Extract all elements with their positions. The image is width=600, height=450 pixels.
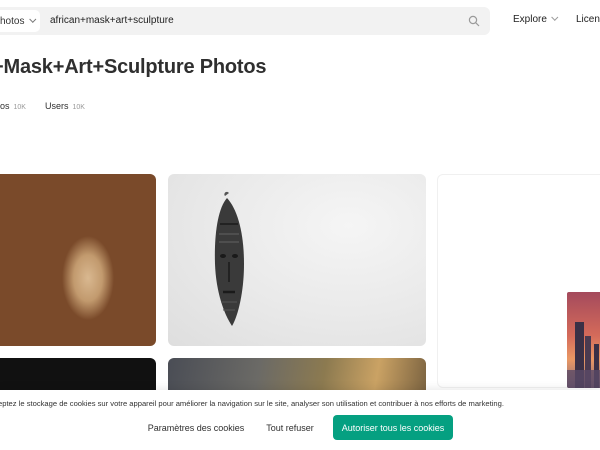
mask-sculpture-image (214, 191, 244, 326)
refuse-all-button[interactable]: Tout refuser (258, 415, 322, 440)
tab-users-count: 10K (72, 104, 85, 111)
tab-users-label: Users (45, 101, 69, 111)
cookie-message: eptez le stockage de cookies sur votre a… (0, 399, 504, 408)
cookie-settings-button[interactable]: Paramètres des cookies (140, 415, 252, 440)
photo-carved-mask[interactable] (168, 174, 426, 346)
nav-license[interactable]: Licens (576, 14, 600, 25)
search-input[interactable]: african+mask+art+sculpture (50, 15, 174, 26)
nav-license-label: Licens (576, 14, 600, 25)
tab-users[interactable]: Users 10K (45, 101, 85, 111)
search-scope-label: hotos (0, 15, 25, 27)
chevron-down-icon (29, 15, 37, 23)
search-bar[interactable]: hotos african+mask+art+sculpture (0, 7, 490, 35)
tab-photos-count: 10K (13, 104, 26, 111)
cookie-banner: eptez le stockage de cookies sur votre a… (0, 390, 600, 450)
page-title: +Mask+Art+Sculpture Photos (0, 56, 267, 78)
skyline-image (567, 322, 600, 388)
tab-photos[interactable]: os 10K (0, 101, 26, 111)
nav-explore[interactable]: Explore (513, 13, 559, 25)
nav-explore-label: Explore (513, 14, 547, 25)
search-scope-dropdown[interactable]: hotos (0, 10, 40, 32)
tab-photos-label: os (0, 101, 10, 111)
chevron-down-icon (551, 13, 559, 21)
accept-all-button[interactable]: Autoriser tous les cookies (333, 415, 453, 440)
top-bar: hotos african+mask+art+sculpture Explore… (0, 0, 600, 42)
photo-city-skyline[interactable] (567, 292, 600, 388)
photo-african-masks[interactable] (0, 174, 156, 346)
search-icon[interactable] (468, 15, 480, 27)
